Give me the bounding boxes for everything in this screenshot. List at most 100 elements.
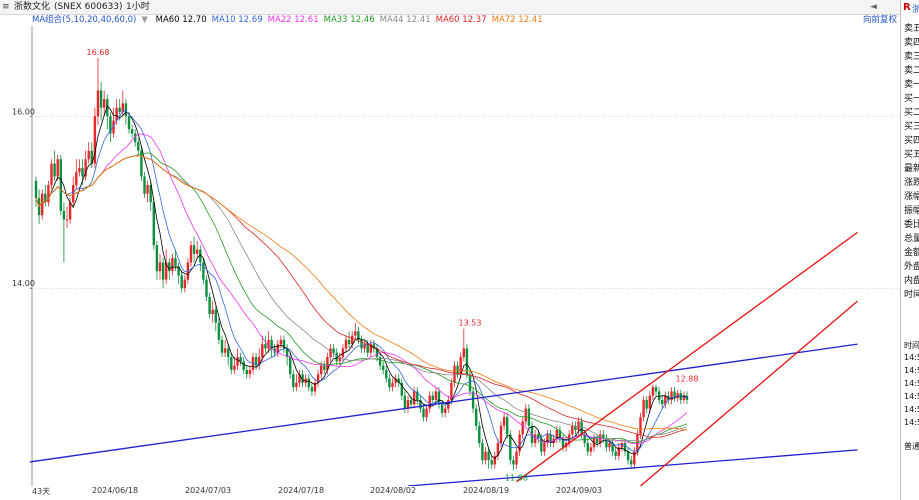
candle-body <box>307 378 310 388</box>
candle-body <box>115 107 118 121</box>
fuquan-label[interactable]: 向前复权 <box>863 14 897 26</box>
price-annotation: 16.68 <box>87 48 110 57</box>
candle-body <box>34 180 38 198</box>
candle-body <box>220 339 224 353</box>
candle-body <box>189 245 193 263</box>
ma-legend-item: MA72 12.41 <box>491 15 543 25</box>
candle-body <box>360 339 363 349</box>
candle-body <box>366 344 369 353</box>
candle-body <box>484 451 487 461</box>
candle-body <box>227 348 230 358</box>
order-book-row: 委比 <box>904 220 919 230</box>
order-book-row: 外盘 <box>904 262 919 272</box>
candle-body <box>521 421 524 435</box>
candle-body <box>403 395 407 409</box>
candle-body <box>409 400 413 405</box>
candle-body <box>174 258 177 267</box>
candle-body <box>434 391 438 401</box>
candle-body <box>103 99 106 108</box>
candle-body <box>158 262 162 272</box>
ma-group-label[interactable]: MA组合(5,10,20,40,60,0) <box>32 15 136 25</box>
ma-line-ma5 <box>35 105 688 460</box>
candle-body <box>124 103 128 117</box>
menu-icon[interactable]: ≡ <box>2 0 10 14</box>
candle-body <box>475 408 478 426</box>
candle-body <box>279 339 283 345</box>
candle-body <box>261 344 264 358</box>
candle-body <box>608 443 611 448</box>
candle-body <box>344 339 348 349</box>
candle-body <box>41 193 44 216</box>
candle-body <box>223 348 227 353</box>
date-label: 2024/09/03 <box>556 486 603 495</box>
candle-body <box>248 369 252 375</box>
time-sales-row: 14:5 <box>904 366 919 375</box>
candle-body <box>512 460 515 465</box>
candle-body <box>468 374 472 392</box>
ma-line-ma72 <box>35 155 688 431</box>
candle-body <box>413 391 416 405</box>
period-label[interactable]: 1小时 <box>126 0 150 14</box>
order-book-row: 涨幅 <box>904 192 919 202</box>
order-book-row: 卖五 <box>904 24 919 34</box>
time-sales-row: 14:5 <box>904 353 919 362</box>
candle-body <box>354 331 357 336</box>
candle-body <box>72 185 75 203</box>
candle-body <box>127 116 131 130</box>
time-sales-footer: 普通 <box>904 442 919 451</box>
dropdown-icon[interactable]: ▼ <box>141 15 148 25</box>
candle-body <box>239 357 242 362</box>
candle-body <box>233 365 236 370</box>
candle-body <box>580 421 583 435</box>
candle-body <box>648 395 651 409</box>
candle-body <box>382 365 385 370</box>
date-label: 2024/08/02 <box>370 486 417 495</box>
candle-body <box>78 167 81 173</box>
candle-body <box>96 90 100 117</box>
candle-body <box>196 249 199 254</box>
candle-body <box>53 163 56 177</box>
candle-body <box>329 348 332 358</box>
ma-legend-item: MA60 12.70 <box>155 15 207 25</box>
order-book-row: 卖二 <box>904 66 919 76</box>
candle-body <box>502 417 506 426</box>
candle-body <box>87 150 90 160</box>
candle-body <box>208 296 211 315</box>
candle-body <box>242 361 245 370</box>
date-label: 2024/07/03 <box>185 486 232 495</box>
price-annotation: 12.88 <box>676 375 699 384</box>
candle-body <box>571 425 574 435</box>
candle-body <box>614 451 617 456</box>
order-book-row: 时间 <box>904 290 919 300</box>
date-label: 2024/06/18 <box>92 486 139 495</box>
order-book-row: 卖一 <box>904 80 919 90</box>
candle-body <box>586 443 589 452</box>
price-annotation: 11.88 <box>505 474 528 483</box>
order-book-row: 内盘 <box>904 276 919 286</box>
order-book-row: 买一 <box>904 94 919 104</box>
nav-left-icon[interactable]: ◄ <box>870 0 877 14</box>
candle-body <box>81 167 84 177</box>
chart-header: ≡ 浙数文化 (SNEX 600633) 1小时 ◄ MA组合(5,10,20,… <box>0 0 919 26</box>
candle-body <box>236 357 239 366</box>
order-book-row: 买二 <box>904 108 919 118</box>
date-label: 2024/07/18 <box>278 486 325 495</box>
candle-body <box>192 245 196 254</box>
candle-body <box>391 382 394 388</box>
order-book-row: 卖四 <box>904 38 919 48</box>
candle-body <box>171 258 174 272</box>
candle-body <box>130 129 134 134</box>
candle-body <box>146 185 149 194</box>
order-book-row: 总量 <box>904 234 919 244</box>
candle-body <box>636 434 639 452</box>
candle-body <box>245 369 248 375</box>
candle-body <box>161 262 165 280</box>
time-sales-row: 14:5 <box>904 392 919 401</box>
candle-body <box>657 391 661 401</box>
order-book-row: 卖三 <box>904 52 919 62</box>
order-book-row: 最新 <box>904 164 919 174</box>
candle-body <box>50 163 53 186</box>
candle-body <box>152 202 155 246</box>
ma-legend-item: MA44 12.41 <box>379 15 431 25</box>
candle-body <box>431 395 434 401</box>
